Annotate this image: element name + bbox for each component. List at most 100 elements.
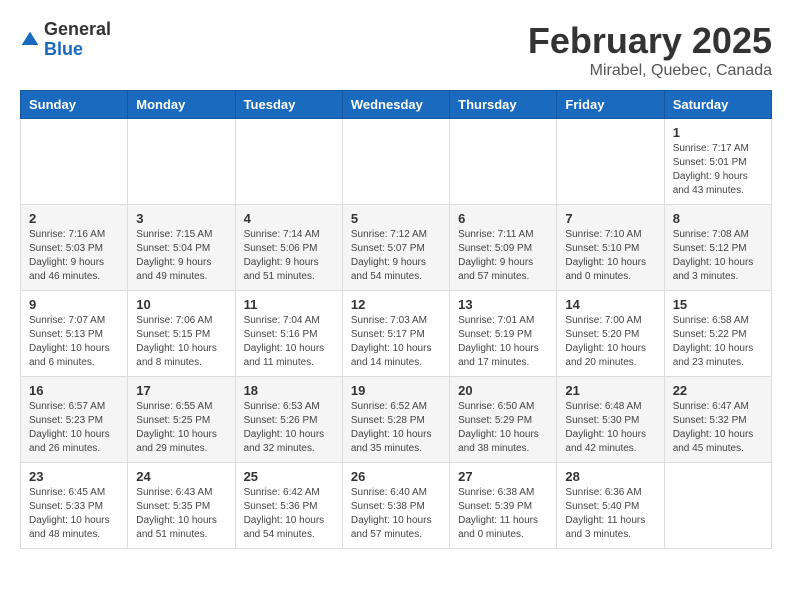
day-cell [235,119,342,205]
location: Mirabel, Quebec, Canada [528,62,772,80]
day-cell: 26 Sunrise: 6:40 AM Sunset: 5:38 PM Dayli… [342,463,449,549]
day-cell: 3 Sunrise: 7:15 AM Sunset: 5:04 PM Daylig… [128,205,235,291]
day-number: 26 [351,469,441,484]
day-cell [450,119,557,205]
day-cell [342,119,449,205]
day-number: 2 [29,211,119,226]
day-info: Sunrise: 7:17 AM Sunset: 5:01 PM Dayligh… [673,142,763,198]
day-info: Sunrise: 7:15 AM Sunset: 5:04 PM Dayligh… [136,228,226,284]
logo-general: General [44,19,111,39]
day-info: Sunrise: 7:11 AM Sunset: 5:09 PM Dayligh… [458,228,548,284]
day-cell: 24 Sunrise: 6:43 AM Sunset: 5:35 PM Dayli… [128,463,235,549]
logo-icon [20,30,40,50]
day-number: 12 [351,297,441,312]
day-info: Sunrise: 6:43 AM Sunset: 5:35 PM Dayligh… [136,486,226,542]
day-number: 5 [351,211,441,226]
day-cell [557,119,664,205]
calendar-table: SundayMondayTuesdayWednesdayThursdayFrid… [20,90,772,549]
day-info: Sunrise: 7:06 AM Sunset: 5:15 PM Dayligh… [136,314,226,370]
day-info: Sunrise: 7:00 AM Sunset: 5:20 PM Dayligh… [565,314,655,370]
day-number: 20 [458,383,548,398]
day-cell: 11 Sunrise: 7:04 AM Sunset: 5:16 PM Dayli… [235,291,342,377]
month-title: February 2025 [528,20,772,62]
day-info: Sunrise: 6:53 AM Sunset: 5:26 PM Dayligh… [244,400,334,456]
day-number: 19 [351,383,441,398]
weekday-header-tuesday: Tuesday [235,91,342,119]
logo: General Blue [20,20,111,60]
day-number: 25 [244,469,334,484]
day-cell: 14Sunrise: 7:00 AM Sunset: 5:20 PM Dayli… [557,291,664,377]
day-number: 9 [29,297,119,312]
weekday-header-friday: Friday [557,91,664,119]
day-info: Sunrise: 6:58 AM Sunset: 5:22 PM Dayligh… [673,314,763,370]
day-info: Sunrise: 6:40 AM Sunset: 5:38 PM Dayligh… [351,486,441,542]
day-info: Sunrise: 6:57 AM Sunset: 5:23 PM Dayligh… [29,400,119,456]
day-cell: 12 Sunrise: 7:03 AM Sunset: 5:17 PM Dayli… [342,291,449,377]
week-row-4: 23Sunrise: 6:45 AM Sunset: 5:33 PM Dayli… [21,463,772,549]
day-cell: 5 Sunrise: 7:12 AM Sunset: 5:07 PM Daylig… [342,205,449,291]
day-number: 16 [29,383,119,398]
day-cell: 1 Sunrise: 7:17 AM Sunset: 5:01 PM Daylig… [664,119,771,205]
day-number: 6 [458,211,548,226]
day-cell [128,119,235,205]
day-info: Sunrise: 7:03 AM Sunset: 5:17 PM Dayligh… [351,314,441,370]
day-cell: 2Sunrise: 7:16 AM Sunset: 5:03 PM Daylig… [21,205,128,291]
weekday-header-sunday: Sunday [21,91,128,119]
day-cell [664,463,771,549]
day-number: 27 [458,469,548,484]
day-number: 13 [458,297,548,312]
day-info: Sunrise: 7:08 AM Sunset: 5:12 PM Dayligh… [673,228,763,284]
day-number: 18 [244,383,334,398]
day-info: Sunrise: 6:42 AM Sunset: 5:36 PM Dayligh… [244,486,334,542]
day-number: 28 [565,469,655,484]
week-row-1: 2Sunrise: 7:16 AM Sunset: 5:03 PM Daylig… [21,205,772,291]
day-number: 22 [673,383,763,398]
day-cell: 8 Sunrise: 7:08 AM Sunset: 5:12 PM Daylig… [664,205,771,291]
day-info: Sunrise: 6:48 AM Sunset: 5:30 PM Dayligh… [565,400,655,456]
day-number: 23 [29,469,119,484]
day-number: 1 [673,125,763,140]
day-cell: 6 Sunrise: 7:11 AM Sunset: 5:09 PM Daylig… [450,205,557,291]
day-cell [21,119,128,205]
weekday-header-thursday: Thursday [450,91,557,119]
title-block: February 2025 Mirabel, Quebec, Canada [528,20,772,80]
weekday-header-row: SundayMondayTuesdayWednesdayThursdayFrid… [21,91,772,119]
day-number: 24 [136,469,226,484]
day-info: Sunrise: 7:12 AM Sunset: 5:07 PM Dayligh… [351,228,441,284]
day-cell: 9 Sunrise: 7:07 AM Sunset: 5:13 PM Daylig… [21,291,128,377]
week-row-0: 1 Sunrise: 7:17 AM Sunset: 5:01 PM Daylig… [21,119,772,205]
day-number: 8 [673,211,763,226]
day-number: 7 [565,211,655,226]
day-cell: 21 Sunrise: 6:48 AM Sunset: 5:30 PM Dayli… [557,377,664,463]
day-info: Sunrise: 6:52 AM Sunset: 5:28 PM Dayligh… [351,400,441,456]
day-number: 21 [565,383,655,398]
day-number: 4 [244,211,334,226]
day-cell: 28Sunrise: 6:36 AM Sunset: 5:40 PM Dayli… [557,463,664,549]
week-row-2: 9 Sunrise: 7:07 AM Sunset: 5:13 PM Daylig… [21,291,772,377]
day-info: Sunrise: 7:10 AM Sunset: 5:10 PM Dayligh… [565,228,655,284]
day-info: Sunrise: 6:55 AM Sunset: 5:25 PM Dayligh… [136,400,226,456]
day-number: 15 [673,297,763,312]
logo-text: General Blue [44,20,111,60]
weekday-header-wednesday: Wednesday [342,91,449,119]
day-cell: 13 Sunrise: 7:01 AM Sunset: 5:19 PM Dayli… [450,291,557,377]
day-cell: 22Sunrise: 6:47 AM Sunset: 5:32 PM Dayli… [664,377,771,463]
week-row-3: 16 Sunrise: 6:57 AM Sunset: 5:23 PM Dayli… [21,377,772,463]
day-cell: 15 Sunrise: 6:58 AM Sunset: 5:22 PM Dayli… [664,291,771,377]
weekday-header-saturday: Saturday [664,91,771,119]
day-number: 3 [136,211,226,226]
day-number: 17 [136,383,226,398]
day-cell: 4 Sunrise: 7:14 AM Sunset: 5:06 PM Daylig… [235,205,342,291]
day-cell: 16 Sunrise: 6:57 AM Sunset: 5:23 PM Dayli… [21,377,128,463]
day-cell: 27Sunrise: 6:38 AM Sunset: 5:39 PM Dayli… [450,463,557,549]
day-number: 11 [244,297,334,312]
day-info: Sunrise: 7:04 AM Sunset: 5:16 PM Dayligh… [244,314,334,370]
day-info: Sunrise: 7:07 AM Sunset: 5:13 PM Dayligh… [29,314,119,370]
day-info: Sunrise: 7:01 AM Sunset: 5:19 PM Dayligh… [458,314,548,370]
page-header: General Blue February 2025 Mirabel, Queb… [20,20,772,80]
day-cell: 7 Sunrise: 7:10 AM Sunset: 5:10 PM Daylig… [557,205,664,291]
day-cell: 18 Sunrise: 6:53 AM Sunset: 5:26 PM Dayli… [235,377,342,463]
day-info: Sunrise: 7:14 AM Sunset: 5:06 PM Dayligh… [244,228,334,284]
day-cell: 23Sunrise: 6:45 AM Sunset: 5:33 PM Dayli… [21,463,128,549]
logo-blue: Blue [44,39,83,59]
